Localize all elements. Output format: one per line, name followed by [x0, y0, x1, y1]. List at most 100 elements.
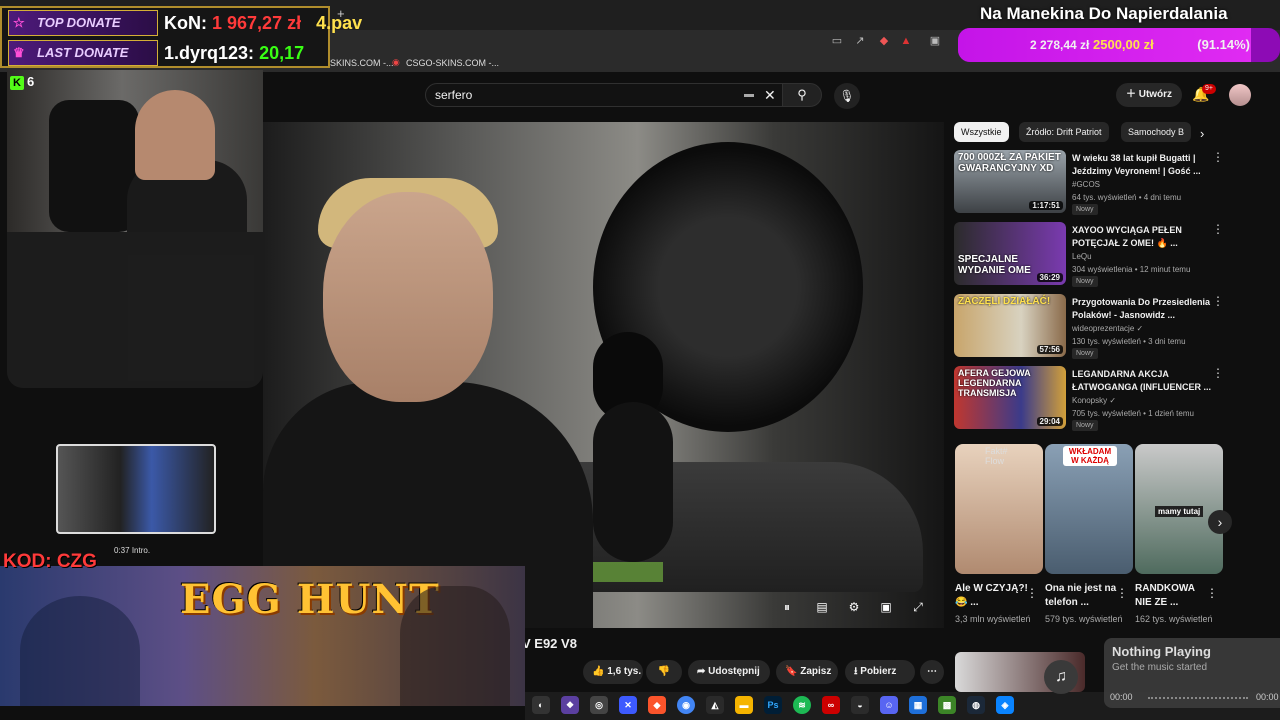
- star-icon: ☆: [13, 15, 25, 30]
- search-input[interactable]: serfero ▬ ✕: [425, 83, 783, 107]
- channel-name: #GCOS: [1072, 180, 1101, 189]
- video-title: XAYOO WYCIĄGA PEŁEN POTĘCJAŁ Z OME! 🔥 ..…: [1072, 225, 1182, 248]
- video-meta: 64 tys. wyświetleń • 4 dni temu: [1072, 193, 1182, 202]
- more-vert-icon[interactable]: ⋮: [1026, 586, 1038, 600]
- donation-goal-text: 2 278,44 zł 2500,00 zł: [1030, 37, 1154, 52]
- new-badge: Nowy: [1072, 348, 1098, 359]
- app-icon[interactable]: ◈: [996, 696, 1014, 714]
- short-thumbnail[interactable]: WKŁADAM W KAŻDĄ: [1045, 444, 1133, 574]
- more-vert-icon[interactable]: ⋮: [1116, 586, 1128, 600]
- promo-character: [20, 596, 140, 706]
- more-vert-icon[interactable]: ⋮: [1212, 366, 1224, 380]
- miniplayer-icon[interactable]: ▣: [877, 598, 895, 616]
- short-title: RANDKOWA NIE ZE ...: [1135, 583, 1195, 608]
- donation-goal-bar: 2 278,44 zł 2500,00 zł (91.14%): [958, 28, 1280, 62]
- video-frame-person: [263, 152, 593, 628]
- new-badge: Nowy: [1072, 276, 1098, 287]
- keyboard-icon[interactable]: ▬: [744, 84, 754, 106]
- video-title: Przygotowania Do Przesiedlenia Polaków! …: [1072, 297, 1211, 320]
- clear-search-icon[interactable]: ✕: [764, 84, 776, 106]
- music-note-icon[interactable]: ♫: [1044, 660, 1078, 694]
- settings-gear-icon[interactable]: ⚙: [845, 598, 863, 616]
- dislike-button[interactable]: 👎: [646, 660, 682, 684]
- video-title: V E92 V8: [522, 636, 577, 651]
- app-icon[interactable]: ◭: [706, 696, 724, 714]
- bookmark-item[interactable]: SKINS.COM -...: [330, 58, 394, 68]
- crown-icon: ♛: [13, 45, 25, 60]
- app-icon[interactable]: ▦: [909, 696, 927, 714]
- thumbnail-text: ZACZĘLI DZIAŁAĆ!: [958, 296, 1051, 307]
- video-player[interactable]: [263, 122, 944, 628]
- fullscreen-icon[interactable]: ⤢: [909, 598, 927, 616]
- short-thumbnail[interactable]: mamy tutaj: [1135, 444, 1223, 574]
- video-duration: 57:56: [1036, 345, 1063, 354]
- donation-goal-percent: (91.14%): [1197, 37, 1250, 52]
- create-button[interactable]: ＋ Utwórz: [1116, 83, 1182, 107]
- cast-icon[interactable]: ▭: [830, 34, 844, 48]
- steam-icon[interactable]: ◍: [967, 696, 985, 714]
- chevron-right-icon[interactable]: ›: [1200, 126, 1204, 141]
- discord-icon[interactable]: ☺: [880, 696, 898, 714]
- short-thumbnail[interactable]: Fakt# Flow: [955, 444, 1043, 574]
- shorts-next-chevron-icon[interactable]: ›: [1208, 510, 1232, 534]
- chip-cars[interactable]: Samochody B: [1121, 122, 1191, 142]
- more-vert-icon[interactable]: ⋮: [1212, 150, 1224, 164]
- donate-panel: ☆ TOP DONATE KoN: 1 967,27 zł 4.pav ♛ LAST…: [0, 6, 362, 68]
- bookmark-favicon-icon: ◉: [392, 57, 400, 67]
- spotify-icon[interactable]: ≋: [793, 696, 811, 714]
- thumbs-up-icon: 👍: [592, 666, 608, 677]
- save-button[interactable]: 🔖 Zapisz: [776, 660, 838, 684]
- search-button[interactable]: ⚲: [782, 83, 822, 107]
- related-video[interactable]: ZACZĘLI DZIAŁAĆ! 57:56 Przygotowania Do P…: [954, 294, 1224, 360]
- chip-all[interactable]: Wszystkie: [954, 122, 1009, 142]
- related-video[interactable]: SPECJALNE WYDANIE OME 36:29 XAYOO WYCIĄGA…: [954, 222, 1224, 288]
- subtitles-icon[interactable]: ▤: [813, 598, 831, 616]
- related-video[interactable]: 700 000ZŁ ZA PAKIET GWARANCYJNY XD 1:17:5…: [954, 150, 1224, 216]
- short-views: 3,3 mln wyświetleń: [955, 614, 1031, 624]
- more-vert-icon[interactable]: ⋮: [1212, 222, 1224, 236]
- share-arrow-icon: ➦: [697, 666, 709, 677]
- more-vert-icon[interactable]: ⋮: [1212, 294, 1224, 308]
- share-button[interactable]: ➦ Udostępnij: [688, 660, 770, 684]
- voice-search-button[interactable]: 🎙: [834, 83, 860, 109]
- pause-icon[interactable]: ⏸: [778, 598, 796, 616]
- short-title: Ale W CZYJĄ?!😂 ...: [955, 583, 1028, 608]
- promo-code: KOD: CZG: [3, 551, 97, 572]
- video-title: LEGANDARNA AKCJA ŁATWOGANGA (INFLUENCER …: [1072, 369, 1211, 392]
- brave-icon[interactable]: ◆: [648, 696, 666, 714]
- extension-icon[interactable]: ▣: [928, 34, 942, 48]
- download-button[interactable]: ⭳ Pobierz: [845, 660, 915, 684]
- thumbnail-text: 700 000ZŁ ZA PAKIET GWARANCYJNY XD: [958, 152, 1061, 174]
- more-actions-button[interactable]: ⋯: [920, 660, 944, 684]
- app-icon[interactable]: ❖: [561, 696, 579, 714]
- video-meta: 130 tys. wyświetleń • 3 dni temu: [1072, 337, 1186, 346]
- promo-title: EGG HUNT: [180, 576, 440, 623]
- share-icon[interactable]: ↗: [853, 34, 867, 48]
- short-overlay-text: mamy tutaj: [1155, 506, 1204, 517]
- app-icon[interactable]: ◐: [532, 696, 550, 714]
- related-video[interactable]: AFERA GEJOWA LEGENDARNA TRANSMISJA 29:04 …: [954, 366, 1224, 432]
- app-icon[interactable]: ✕: [619, 696, 637, 714]
- new-badge: Nowy: [1072, 420, 1098, 431]
- obs-icon[interactable]: ◎: [590, 696, 608, 714]
- music-title: Nothing Playing: [1112, 644, 1211, 659]
- notification-count-badge: 9+: [1202, 84, 1216, 94]
- brave-shield-icon[interactable]: ◆: [877, 34, 891, 48]
- short-views: 579 tys. wyświetleń: [1045, 614, 1123, 624]
- chip-source[interactable]: Źródło: Drift Patriot: [1019, 122, 1109, 142]
- rewards-icon[interactable]: ▲: [899, 34, 913, 48]
- plus-icon: ＋: [1125, 89, 1139, 100]
- folder-icon[interactable]: ▬: [735, 696, 753, 714]
- video-thumbnail: 700 000ZŁ ZA PAKIET GWARANCYJNY XD 1:17:5…: [954, 150, 1066, 213]
- chrome-icon[interactable]: ◉: [677, 696, 695, 714]
- music-progress-bar[interactable]: [1148, 697, 1248, 699]
- bookmark-item[interactable]: CSGO-SKINS.COM -...: [406, 58, 499, 68]
- app-icon[interactable]: ∞: [822, 696, 840, 714]
- minecraft-icon[interactable]: ▩: [938, 696, 956, 714]
- app-icon[interactable]: ◒: [851, 696, 869, 714]
- like-button[interactable]: 👍 1,6 tys.: [583, 660, 643, 684]
- picture-in-picture-video[interactable]: [56, 444, 216, 534]
- account-avatar[interactable]: [1229, 84, 1251, 106]
- more-vert-icon[interactable]: ⋮: [1206, 586, 1218, 600]
- photoshop-icon[interactable]: Ps: [764, 696, 782, 714]
